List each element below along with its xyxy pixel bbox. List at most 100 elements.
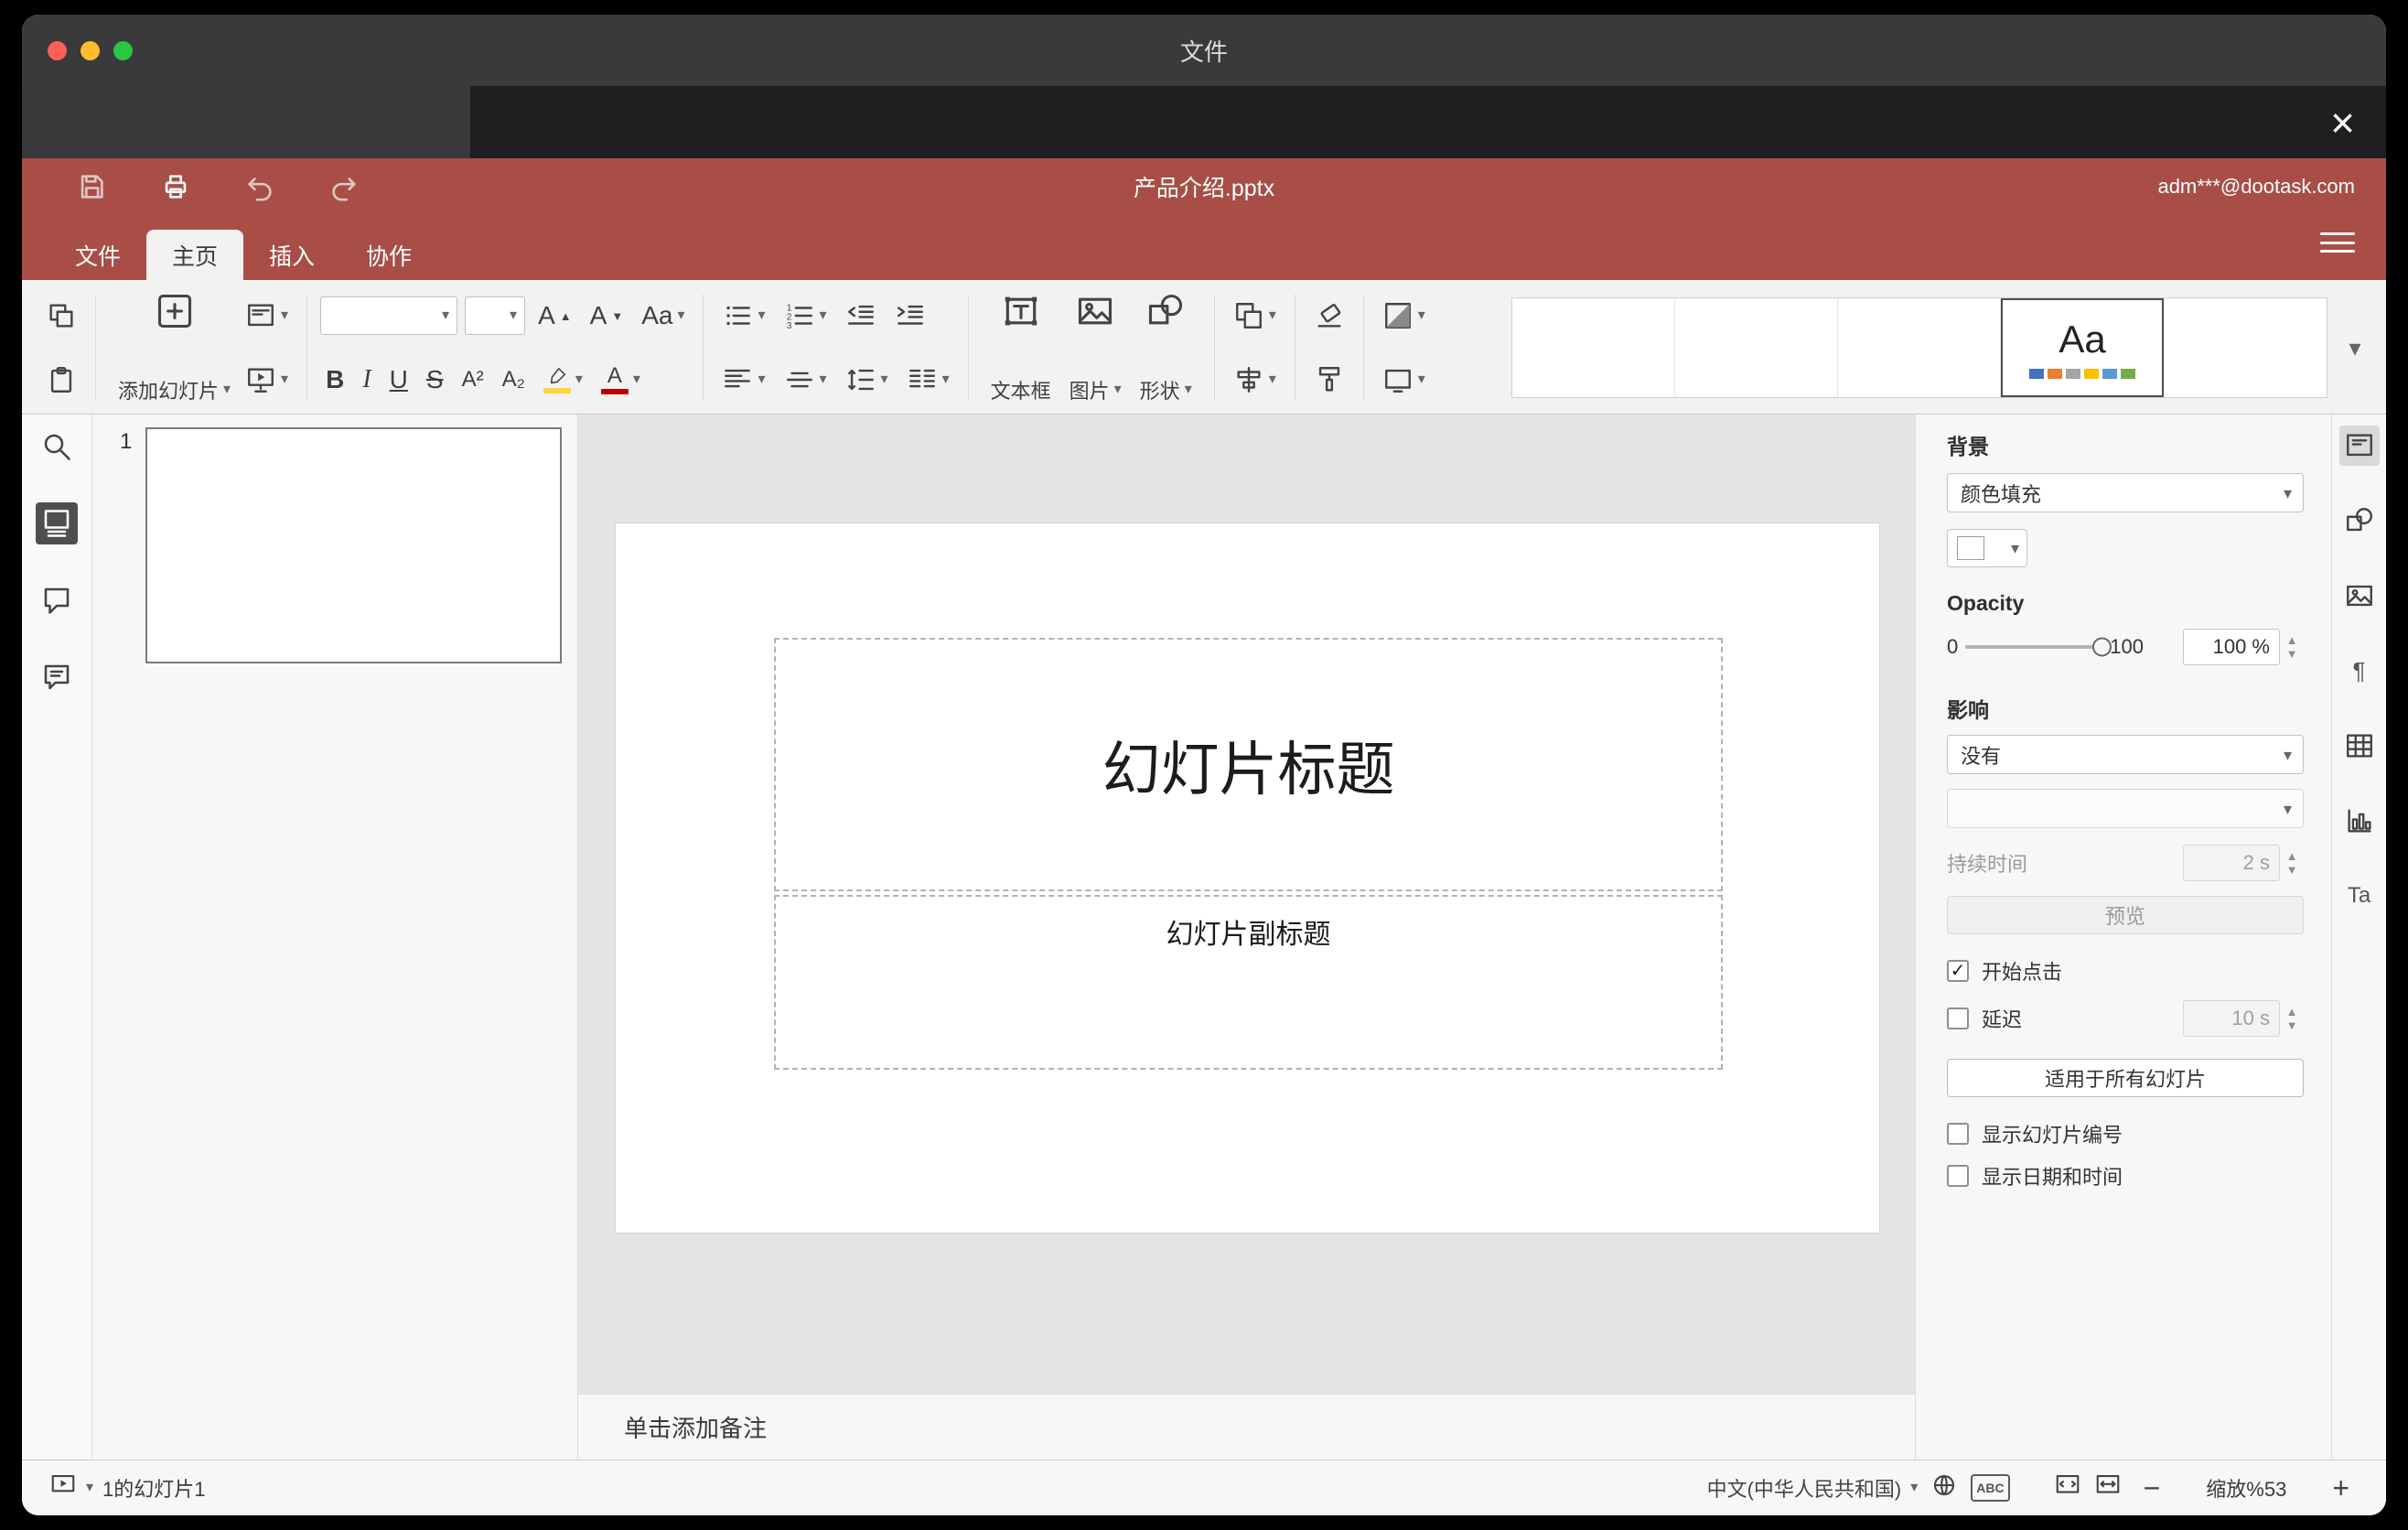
effect-variant-select[interactable]	[1947, 789, 2304, 828]
opacity-spinner[interactable]: ▲ ▼	[2280, 629, 2304, 665]
bullets-button[interactable]	[716, 296, 770, 335]
insert-shape-button[interactable]: 形状	[1131, 287, 1201, 408]
save-icon[interactable]	[73, 168, 110, 205]
horizontal-align-button[interactable]	[716, 361, 770, 399]
language-selector[interactable]: 中文(中华人民共和国)	[1707, 1473, 1919, 1503]
spinner-up-icon[interactable]: ▲	[2286, 1006, 2298, 1018]
close-traffic-button[interactable]	[48, 40, 67, 60]
opacity-input[interactable]: 100 %	[2183, 629, 2280, 665]
delay-checkbox[interactable]	[1947, 1007, 1969, 1029]
fit-width-icon[interactable]	[2094, 1471, 2122, 1504]
slide-settings-icon[interactable]	[2338, 426, 2380, 466]
opacity-slider-knob[interactable]	[2092, 637, 2112, 657]
apply-to-all-button[interactable]: 适用于所有幻灯片	[1947, 1059, 2304, 1097]
insert-image-button[interactable]: 图片	[1060, 287, 1131, 408]
print-icon[interactable]	[157, 168, 194, 205]
comments-icon[interactable]	[36, 579, 78, 621]
copy-button[interactable]	[40, 296, 82, 335]
bold-button[interactable]: B	[320, 363, 349, 396]
superscript-button[interactable]: A²	[457, 365, 489, 394]
start-slideshow-status-icon[interactable]	[49, 1471, 77, 1504]
numbering-button[interactable]: 123	[779, 296, 833, 335]
theme-option[interactable]	[1512, 298, 1675, 397]
shape-settings-icon[interactable]	[2339, 501, 2380, 541]
tab-home[interactable]: 主页	[146, 230, 244, 280]
tab-collaboration[interactable]: 协作	[340, 230, 437, 280]
chevron-down-icon[interactable]	[86, 1481, 93, 1495]
theme-option[interactable]	[1675, 298, 1838, 397]
close-icon[interactable]: ×	[2330, 102, 2355, 144]
arrange-shape-button[interactable]	[1228, 296, 1282, 335]
theme-option[interactable]	[1838, 298, 2001, 397]
delay-input[interactable]: 10 s	[2183, 1000, 2280, 1037]
columns-button[interactable]	[901, 361, 955, 399]
table-settings-icon[interactable]	[2339, 726, 2380, 766]
document-title[interactable]: 产品介绍.pptx	[22, 170, 2386, 203]
spellcheck-icon[interactable]: ABC	[1971, 1474, 2010, 1502]
clear-style-button[interactable]	[1308, 296, 1350, 335]
theme-option[interactable]	[2164, 298, 2327, 397]
menu-icon[interactable]	[2320, 229, 2355, 256]
opacity-slider[interactable]	[1965, 637, 2112, 657]
chart-settings-icon[interactable]	[2339, 801, 2380, 841]
duration-input[interactable]: 2 s	[2183, 845, 2280, 881]
more-themes-button[interactable]	[2337, 336, 2373, 360]
start-slideshow-button[interactable]	[240, 361, 294, 399]
slides-panel-icon[interactable]	[36, 502, 78, 544]
spinner-down-icon[interactable]: ▼	[2286, 648, 2298, 660]
theme-option-selected[interactable]: Aa	[2001, 298, 2164, 397]
slide-size-button[interactable]	[1377, 361, 1431, 399]
subtitle-placeholder[interactable]: 幻灯片副标题	[774, 895, 1723, 1070]
feedback-icon[interactable]	[36, 656, 78, 698]
start-on-click-checkbox[interactable]	[1947, 960, 1969, 982]
search-icon[interactable]	[36, 426, 78, 468]
decrease-indent-button[interactable]	[840, 296, 882, 335]
redo-icon[interactable]	[326, 168, 362, 205]
change-case-button[interactable]: Aa	[636, 299, 690, 332]
zoom-in-button[interactable]: +	[2323, 1473, 2359, 1503]
paragraph-settings-icon[interactable]: ¶	[2339, 651, 2380, 691]
language-globe-icon[interactable]	[1930, 1471, 1958, 1504]
align-shape-button[interactable]	[1228, 361, 1282, 399]
copy-style-button[interactable]	[1308, 361, 1350, 399]
add-slide-button[interactable]: 添加幻灯片	[109, 287, 240, 408]
slide-thumbnail[interactable]	[145, 427, 562, 663]
title-placeholder[interactable]: 幻灯片标题	[774, 638, 1723, 891]
spinner-down-icon[interactable]: ▼	[2286, 864, 2298, 876]
paste-button[interactable]	[40, 361, 82, 399]
effect-select[interactable]: 没有	[1947, 735, 2304, 774]
increase-font-button[interactable]: A	[532, 299, 577, 332]
slide-layout-button[interactable]	[240, 296, 294, 335]
increase-indent-button[interactable]	[889, 296, 931, 335]
italic-button[interactable]: I	[357, 363, 376, 396]
vertical-align-button[interactable]	[779, 361, 833, 399]
notes-area[interactable]: 单击添加备注	[578, 1394, 1915, 1460]
subscript-button[interactable]: A₂	[497, 365, 531, 394]
font-size-combo[interactable]	[465, 296, 526, 335]
background-fill-select[interactable]: 颜色填充	[1947, 473, 2304, 512]
undo-icon[interactable]	[242, 168, 278, 205]
spinner-down-icon[interactable]: ▼	[2286, 1019, 2298, 1031]
editor-canvas[interactable]: 幻灯片标题 幻灯片副标题 单击添加备注	[578, 415, 1915, 1460]
image-settings-icon[interactable]	[2339, 576, 2380, 616]
fit-slide-icon[interactable]	[2054, 1471, 2081, 1504]
underline-button[interactable]: U	[384, 363, 414, 396]
color-scheme-button[interactable]	[1377, 296, 1431, 335]
spinner-up-icon[interactable]: ▲	[2286, 634, 2298, 646]
font-color-button[interactable]: A	[596, 361, 646, 398]
background-color-picker[interactable]	[1947, 529, 2027, 567]
delay-spinner[interactable]: ▲ ▼	[2280, 1000, 2304, 1037]
slide[interactable]: 幻灯片标题 幻灯片副标题	[616, 523, 1879, 1233]
show-date-checkbox[interactable]	[1947, 1165, 1969, 1187]
duration-spinner[interactable]: ▲ ▼	[2280, 845, 2304, 881]
minimize-traffic-button[interactable]	[81, 40, 100, 60]
decrease-font-button[interactable]: A	[585, 299, 629, 332]
font-name-combo[interactable]	[320, 296, 458, 335]
line-spacing-button[interactable]	[840, 361, 894, 399]
zoom-out-button[interactable]: −	[2134, 1473, 2170, 1503]
tab-file[interactable]: 文件	[49, 230, 146, 280]
spinner-up-icon[interactable]: ▲	[2286, 850, 2298, 862]
tab-insert[interactable]: 插入	[243, 230, 340, 280]
textart-settings-icon[interactable]: Ta	[2339, 876, 2380, 916]
show-slide-number-checkbox[interactable]	[1947, 1123, 1969, 1145]
